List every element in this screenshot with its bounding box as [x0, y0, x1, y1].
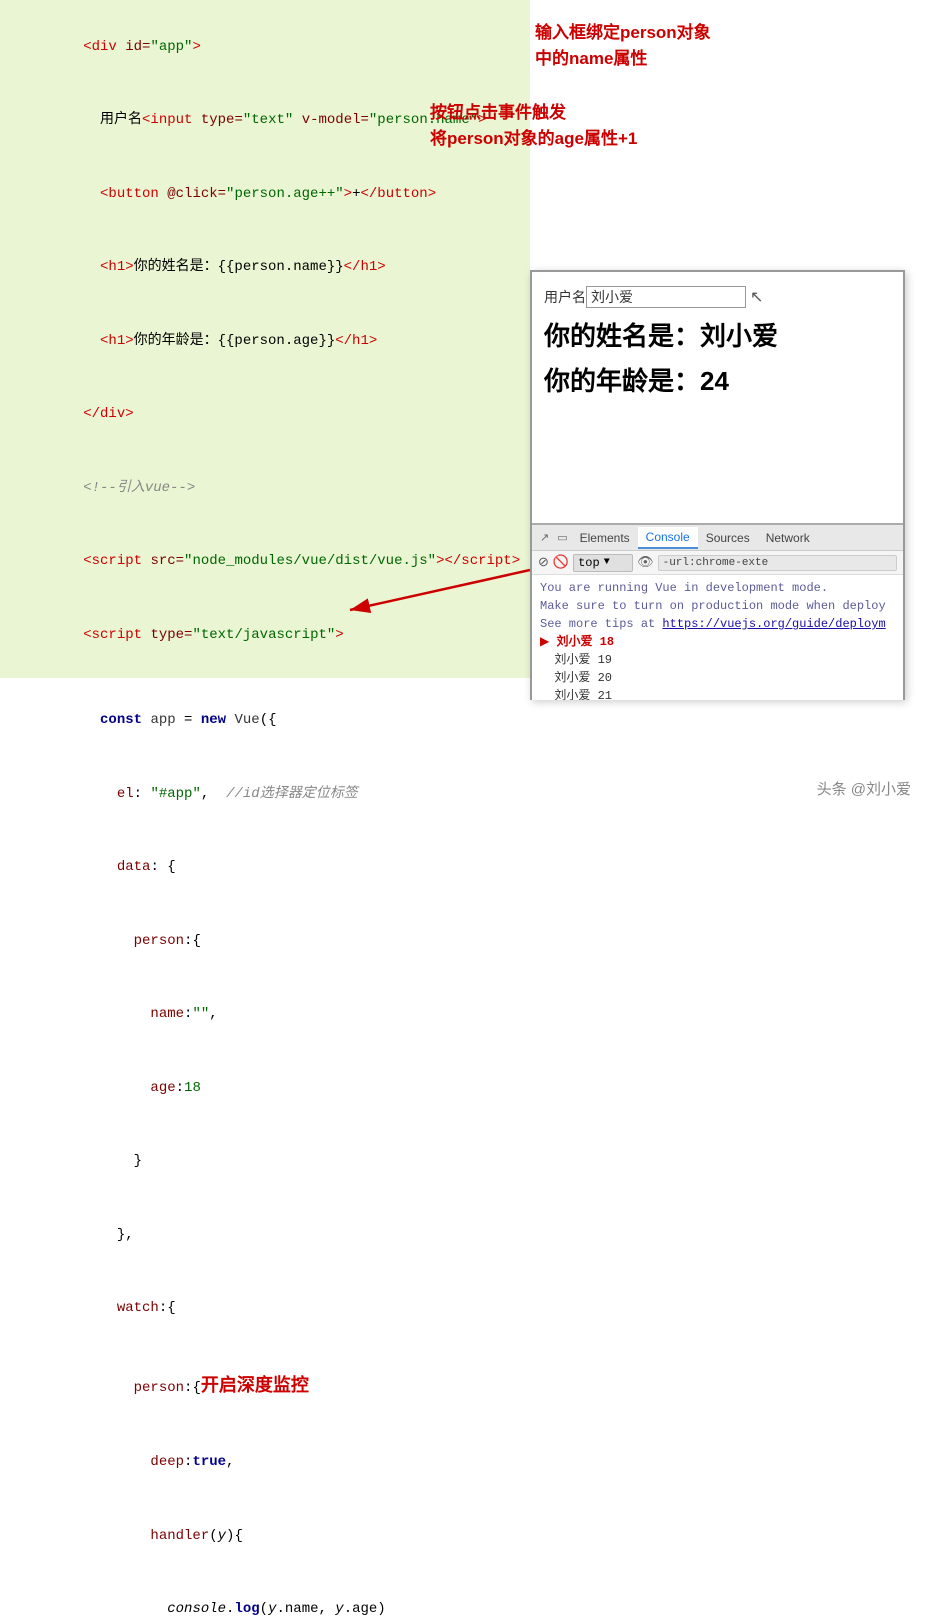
js-line-6: age:18	[16, 1051, 514, 1125]
context-label: top	[578, 556, 600, 570]
console-info-1: You are running Vue in development mode.	[540, 579, 895, 597]
browser-content: 用户名 ↖ 你的姓名是：刘小爱 你的年龄是：24	[532, 272, 903, 414]
js-line-3: data: {	[16, 831, 514, 905]
js-line-1: const app = new Vue({	[16, 684, 514, 758]
age-display: 你的年龄是：24	[544, 361, 891, 398]
code-line-8: <script src="node_modules/vue/dist/vue.j…	[16, 525, 514, 599]
js-line-8: },	[16, 1198, 514, 1272]
console-info-2: Make sure to turn on production mode whe…	[540, 597, 895, 615]
context-select[interactable]: top ▼	[573, 554, 633, 572]
js-section: const app = new Vue({ el: "#app", //id选择…	[0, 678, 530, 1618]
console-info-3: See more tips at https://vuejs.org/guide…	[540, 615, 895, 633]
console-out-1: ▶ 刘小爱 18	[540, 633, 895, 651]
name-display: 你的姓名是：刘小爱	[544, 316, 891, 353]
button-event-annotation: 按钮点击事件触发将person对象的age属性+1	[430, 100, 637, 151]
clear-icon[interactable]: 🚫	[553, 555, 569, 570]
console-link[interactable]: https://vuejs.org/guide/deploym	[662, 617, 885, 631]
code-line-7: <!--引入vue-->	[16, 451, 514, 525]
pointer-icon[interactable]: ↗	[536, 528, 553, 548]
code-line-9: <script type="text/javascript">	[16, 598, 514, 672]
eye-icon[interactable]: 👁	[637, 555, 654, 570]
code-line-5: <h1>你的年龄是：{{person.age}}</h1>	[16, 304, 514, 378]
tab-console[interactable]: Console	[638, 527, 698, 549]
code-line-1: <div id="app">	[16, 10, 514, 84]
devtools-panel: ↗ ▭ Elements Console Sources Network ⊘ 🚫…	[532, 523, 903, 698]
tab-sources[interactable]: Sources	[698, 528, 758, 548]
console-text-1: 刘小爱 18	[556, 635, 614, 649]
code-line-6: </div>	[16, 378, 514, 452]
js-line-13: console.log(y.name, y.age)	[16, 1573, 514, 1618]
browser-preview: 用户名 ↖ 你的姓名是：刘小爱 你的年龄是：24 ↗ ▭ Elements Co…	[530, 270, 905, 700]
devtools-tabs: ↗ ▭ Elements Console Sources Network	[532, 525, 903, 551]
user-input-row: 用户名 ↖	[544, 286, 891, 308]
red-arrow: ▶	[540, 635, 556, 649]
devtools-toolbar: ⊘ 🚫 top ▼ 👁 -url:chrome-exte	[532, 551, 903, 575]
js-line-2: el: "#app", //id选择器定位标签	[16, 757, 514, 831]
console-out-3: 刘小爱 20	[540, 669, 895, 687]
dropdown-arrow: ▼	[604, 557, 610, 568]
url-bar: -url:chrome-exte	[658, 555, 897, 571]
js-line-9: watch:{	[16, 1272, 514, 1346]
mobile-icon[interactable]: ▭	[553, 528, 571, 548]
js-line-4: person:{	[16, 904, 514, 978]
cursor-icon: ↖	[750, 287, 763, 307]
code-line-3: <button @click="person.age++">+</button>	[16, 157, 514, 231]
console-output: You are running Vue in development mode.…	[532, 575, 903, 700]
tab-network[interactable]: Network	[758, 528, 818, 548]
tab-elements[interactable]: Elements	[572, 528, 638, 548]
deep-watch-annotation: 开启深度监控	[201, 1375, 309, 1395]
js-line-11: deep:true,	[16, 1426, 514, 1500]
username-label: 用户名	[544, 287, 586, 307]
code-line-4: <h1>你的姓名是：{{person.name}}</h1>	[16, 231, 514, 305]
js-line-7: }	[16, 1125, 514, 1199]
block-icon[interactable]: ⊘	[538, 555, 549, 570]
input-binding-annotation: 输入框绑定person对象中的name属性	[535, 20, 711, 71]
console-out-2: 刘小爱 19	[540, 651, 895, 669]
footer: 头条 @刘小爱	[817, 778, 911, 799]
js-line-10: person:{开启深度监控	[16, 1345, 514, 1426]
js-line-12: handler(y){	[16, 1499, 514, 1573]
main-container: <div id="app"> 用户名<input type="text" v-m…	[0, 0, 927, 809]
js-line-5: name:"",	[16, 978, 514, 1052]
code-panel: <div id="app"> 用户名<input type="text" v-m…	[0, 0, 530, 1618]
console-out-4: 刘小爱 21	[540, 687, 895, 700]
username-input[interactable]	[586, 286, 746, 308]
